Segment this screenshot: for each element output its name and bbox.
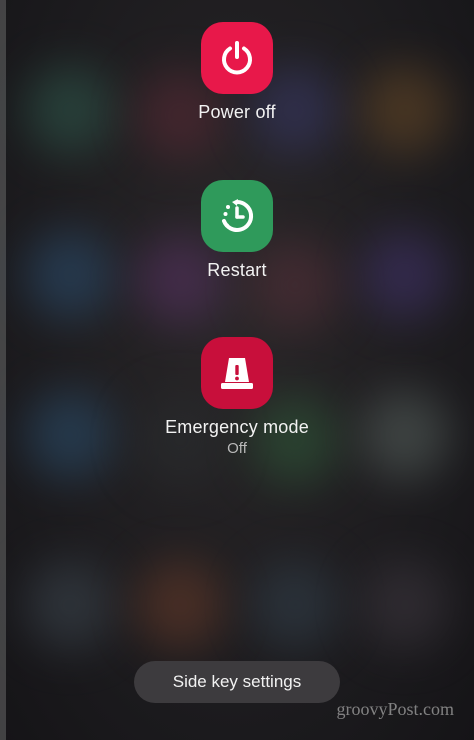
side-key-settings-button[interactable]: Side key settings (134, 661, 340, 703)
emergency-mode-status: Off (227, 440, 247, 457)
blurred-app-icon (360, 560, 450, 650)
emergency-mode-button[interactable] (201, 337, 273, 409)
power-off-label: Power off (198, 102, 276, 122)
emergency-light-icon (221, 358, 253, 389)
blurred-app-icon (250, 560, 340, 650)
power-off-button[interactable] (201, 22, 273, 94)
watermark: groovyPost.com (336, 699, 454, 719)
restart-label: Restart (207, 260, 267, 280)
blurred-app-icon (135, 560, 225, 650)
restart-action[interactable]: Restart (0, 180, 474, 281)
power-icon (222, 41, 252, 75)
restart-button[interactable] (201, 180, 273, 252)
emergency-mode-label: Emergency mode (165, 417, 309, 437)
blurred-app-icon (25, 560, 115, 650)
restart-icon (222, 199, 254, 232)
power-off-action[interactable]: Power off (0, 22, 474, 123)
emergency-mode-action[interactable]: Emergency mode Off (0, 337, 474, 457)
side-key-settings-label: Side key settings (172, 672, 302, 691)
